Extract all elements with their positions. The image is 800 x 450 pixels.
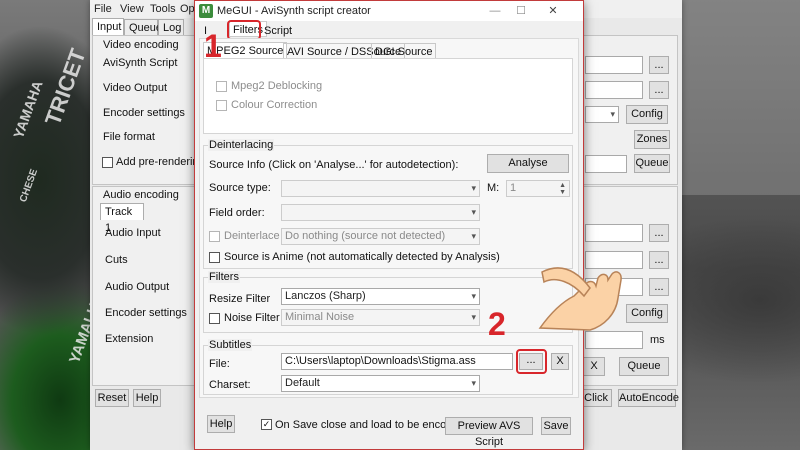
audio-encoder-settings-label: Encoder settings <box>105 307 187 319</box>
colour-correction-label: Colour Correction <box>231 99 318 111</box>
megui-app-icon: M <box>199 4 213 18</box>
video-encoding-title: Video encoding <box>103 39 179 51</box>
video-output-label: Video Output <box>103 82 168 94</box>
menu-file[interactable]: File <box>94 3 112 15</box>
subtitles-group: Subtitles File: C:\Users\laptop\Download… <box>203 339 573 395</box>
prerender-checkbox[interactable] <box>102 157 113 168</box>
colour-correction-checkbox[interactable] <box>216 100 227 111</box>
browse-audio-output-button[interactable]: ... <box>649 278 669 296</box>
zones-button[interactable]: Zones <box>634 130 670 149</box>
avisynth-script-label: AviSynth Script <box>103 57 178 69</box>
mpeg2-deblocking-checkbox[interactable] <box>216 81 227 92</box>
subtitle-file-label: File: <box>209 358 230 370</box>
source-info-label: Source Info (Click on 'Analyse...' for a… <box>209 159 459 171</box>
encoder-settings-select[interactable]: ▾ <box>585 106 619 123</box>
video-output-field[interactable] <box>585 81 643 99</box>
background-text: CHESE <box>18 167 41 204</box>
queue-video-button[interactable]: Queue <box>634 154 670 173</box>
charset-select[interactable]: Default ▾ <box>281 375 480 392</box>
resize-filter-label: Resize Filter <box>209 293 271 305</box>
step-1-marker: 1 <box>204 28 222 64</box>
tab-queue[interactable]: Queue <box>124 19 162 35</box>
deinterlace-label: Deinterlace <box>224 230 280 242</box>
onsave-label: On Save close and load to be encoded <box>275 419 465 431</box>
minimize-icon[interactable]: — <box>485 3 505 19</box>
save-button[interactable]: Save <box>541 417 571 435</box>
noise-filter-label: Noise Filter <box>224 312 280 324</box>
source-type-label: Source type: <box>209 182 271 194</box>
browse-video-output-button[interactable]: ... <box>649 81 669 99</box>
pointing-hand-icon <box>538 267 622 331</box>
step-2-marker: 2 <box>488 306 506 342</box>
deinterlacing-group: Deinterlacing Source Info (Click on 'Ana… <box>203 139 573 269</box>
browse-audio-input-button[interactable]: ... <box>649 224 669 242</box>
deinterlace-select[interactable]: Do nothing (source not detected) ▾ <box>281 228 480 245</box>
highlight-filters-tab <box>227 20 261 40</box>
menu-options[interactable]: Op <box>180 3 195 15</box>
noise-filter-select[interactable]: Minimal Noise ▾ <box>281 309 480 326</box>
tab-track-1[interactable]: Track 1 <box>100 203 144 234</box>
field-order-label: Field order: <box>209 207 265 219</box>
field-order-select[interactable]: ▾ <box>281 204 480 221</box>
mpeg2-deblocking-label: Mpeg2 Deblocking <box>231 80 323 92</box>
subtitle-file-field[interactable]: C:\Users\laptop\Downloads\Stigma.ass <box>281 353 513 370</box>
extension-label: Extension <box>105 333 154 345</box>
main-help-button[interactable]: Help <box>133 389 161 407</box>
background-text: YAMAHA <box>10 78 46 141</box>
m-stepper[interactable]: 1 ▲ ▼ <box>506 180 570 197</box>
highlight-browse-button <box>516 349 547 374</box>
tab-dgi-source[interactable]: DGI Source <box>371 43 437 59</box>
queue-audio-button[interactable]: Queue <box>619 357 669 376</box>
resize-filter-select[interactable]: Lanczos (Sharp) ▾ <box>281 288 480 305</box>
encoder-settings-label: Encoder settings <box>103 107 185 119</box>
subtitles-title: Subtitles <box>208 339 253 351</box>
audio-encoding-title: Audio encoding <box>103 189 179 201</box>
mpeg2-source-panel: Mpeg2 Deblocking Colour Correction <box>203 58 573 134</box>
source-type-select[interactable]: ▾ <box>281 180 480 197</box>
file-format-field[interactable] <box>585 155 627 173</box>
reset-button[interactable]: Reset <box>95 389 129 407</box>
source-anime-checkbox[interactable] <box>209 252 220 263</box>
analyse-button[interactable]: Analyse <box>487 154 569 173</box>
filters-group: Filters Resize Filter Lanczos (Sharp) ▾ N… <box>203 271 573 333</box>
close-icon[interactable]: ✕ <box>543 3 563 19</box>
charset-label: Charset: <box>209 379 251 391</box>
tab-log[interactable]: Log <box>158 19 184 35</box>
onsave-checkbox[interactable]: ✓ <box>261 419 272 430</box>
filters-title: Filters <box>208 271 240 283</box>
audio-config-button[interactable]: Config <box>626 304 668 323</box>
m-label: M: <box>487 182 500 194</box>
preview-avs-button[interactable]: Preview AVS Script <box>445 417 533 448</box>
audio-input-label: Audio Input <box>105 227 161 239</box>
ms-label: ms <box>650 334 665 346</box>
browse-cuts-button[interactable]: ... <box>649 251 669 269</box>
noise-filter-checkbox[interactable] <box>209 313 220 324</box>
dialog-title: MeGUI - AviSynth script creator <box>217 5 371 17</box>
deinterlacing-title: Deinterlacing <box>208 139 275 151</box>
autoencode-button[interactable]: AutoEncode <box>618 389 679 407</box>
maximize-icon[interactable]: ☐ <box>511 3 531 19</box>
dialog-titlebar: M MeGUI - AviSynth script creator — ☐ ✕ <box>195 1 583 21</box>
tab-script[interactable]: Script <box>261 23 295 39</box>
config-button[interactable]: Config <box>626 105 668 124</box>
deinterlace-checkbox[interactable] <box>209 231 220 242</box>
avisynth-script-field[interactable] <box>585 56 643 74</box>
file-format-label: File format <box>103 131 155 143</box>
menu-tools[interactable]: Tools <box>150 3 176 15</box>
background-strip <box>680 0 800 195</box>
audio-output-label: Audio Output <box>105 281 170 293</box>
browse-avisynth-button[interactable]: ... <box>649 56 669 74</box>
menu-view[interactable]: View <box>120 3 144 15</box>
clear-subtitle-button[interactable]: X <box>551 353 569 370</box>
avisynth-script-creator-dialog: M MeGUI - AviSynth script creator — ☐ ✕ … <box>194 0 584 450</box>
audio-clear-button[interactable]: X <box>583 357 605 376</box>
audio-input-field[interactable] <box>585 224 643 242</box>
background-text: TRICET <box>40 45 91 129</box>
source-anime-label: Source is Anime (not automatically detec… <box>224 251 500 263</box>
dialog-help-button[interactable]: Help <box>207 415 235 433</box>
tab-input[interactable]: Input <box>92 18 124 35</box>
cuts-label: Cuts <box>105 254 128 266</box>
